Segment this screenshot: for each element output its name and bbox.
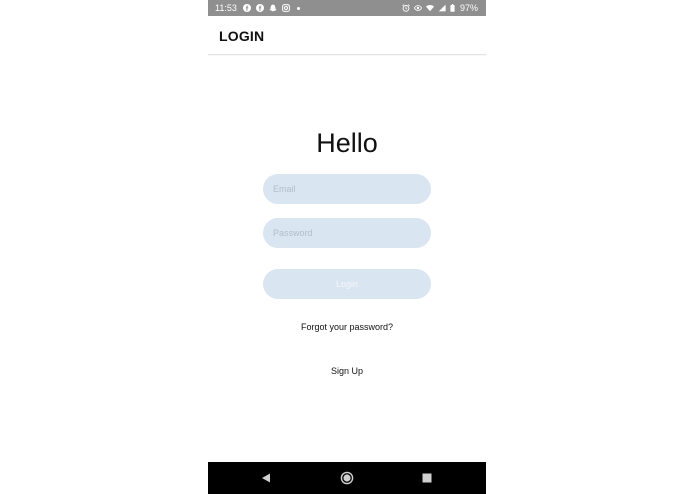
recents-icon[interactable] [420,471,434,485]
battery-icon [450,4,455,12]
signal-icon [438,4,446,12]
status-right: 97% [402,0,478,16]
app-bar: LOGIN [208,16,486,55]
battery-level: 97% [459,3,478,13]
login-button[interactable]: Login [263,269,431,299]
system-nav-bar [208,462,486,494]
facebook-icon [242,4,251,12]
facebook-icon [255,4,264,12]
forgot-password-link[interactable]: Forgot your password? [208,322,486,332]
sign-up-link[interactable]: Sign Up [208,366,486,376]
phone-screen: 11:53 97% LOGIN Hello Email Login Forgot… [208,0,486,494]
email-input[interactable] [263,174,431,204]
eye-icon [413,4,422,12]
snapchat-icon [269,4,277,12]
page-title: LOGIN [219,28,265,44]
alarm-icon [402,4,410,12]
status-left: 11:53 [215,0,300,16]
greeting-heading: Hello [316,128,378,158]
status-bar: 11:53 97% [208,0,486,16]
back-icon[interactable] [259,471,273,485]
notification-dot-icon [296,6,300,10]
home-icon[interactable] [340,471,354,485]
status-time: 11:53 [215,3,237,13]
instagram-icon [281,4,290,12]
wifi-icon [425,4,434,12]
password-input[interactable] [263,218,431,248]
